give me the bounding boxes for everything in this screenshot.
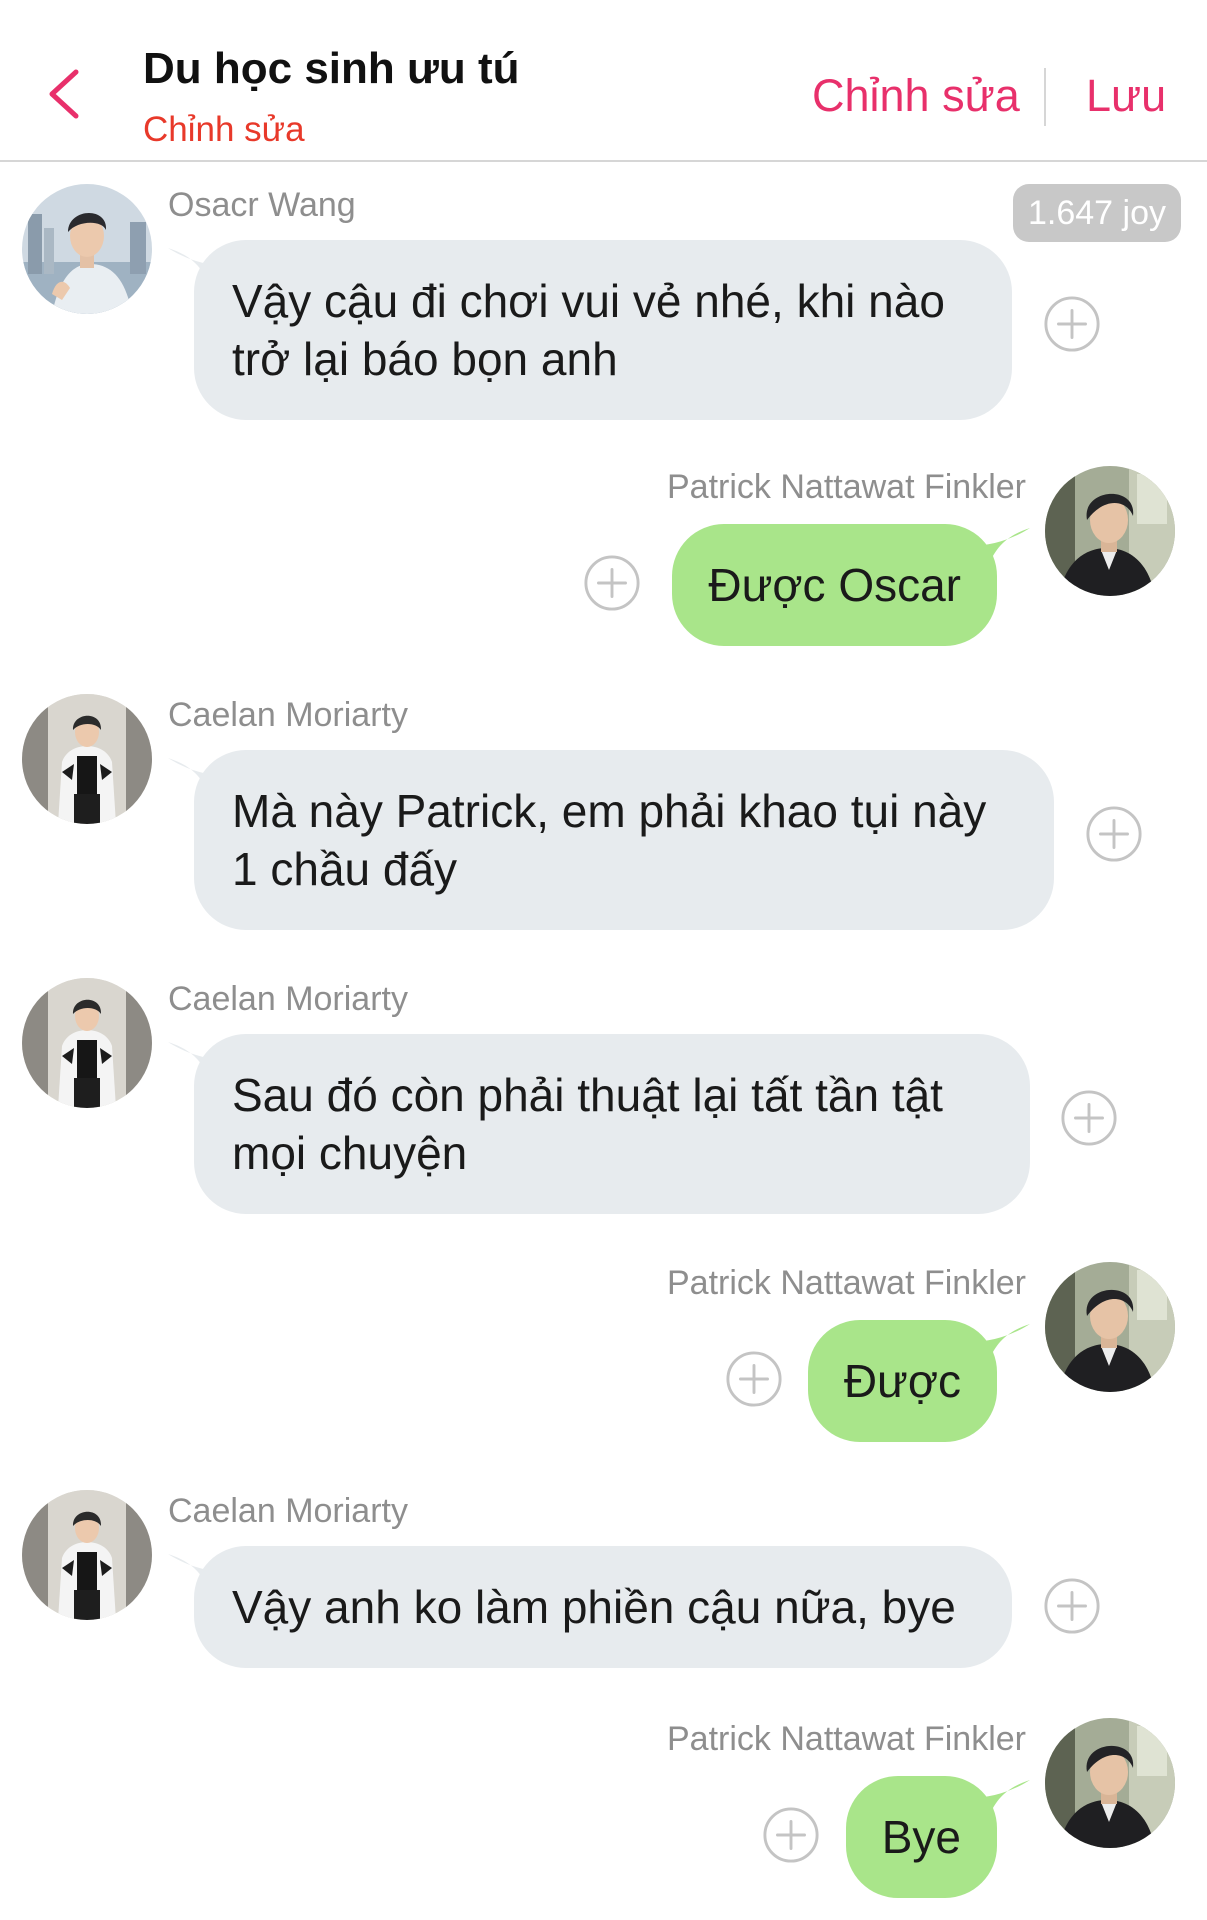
sender-name: Caelan Moriarty [168,696,408,734]
message-row: Caelan Moriarty Mà này Patrick, em phải … [0,694,1207,934]
header-divider [1044,68,1046,126]
avatar[interactable] [22,978,152,1108]
add-reaction-icon[interactable] [583,554,641,612]
add-reaction-icon[interactable] [1085,805,1143,863]
sender-name: Patrick Nattawat Finkler [667,468,1026,506]
chat-header: Du học sinh ưu tú Chỉnh sửa Chỉnh sửa Lư… [0,0,1207,162]
sender-name: Caelan Moriarty [168,1492,408,1530]
avatar[interactable] [22,184,152,314]
sender-name: Caelan Moriarty [168,980,408,1018]
avatar[interactable] [22,1490,152,1620]
message-bubble[interactable]: Được Oscar [672,524,997,646]
message-row: Caelan Moriarty Vậy anh ko làm phiền cậu… [0,1490,1207,1690]
save-button[interactable]: Lưu [1086,70,1166,122]
message-bubble[interactable]: Sau đó còn phải thuật lại tất tần tật mọ… [194,1034,1030,1214]
edit-button[interactable]: Chỉnh sửa [812,70,1020,122]
message-bubble[interactable]: Mà này Patrick, em phải khao tụi này 1 c… [194,750,1054,930]
sender-name: Patrick Nattawat Finkler [667,1720,1026,1758]
avatar[interactable] [1045,1262,1175,1392]
message-bubble[interactable]: Được [807,1320,997,1442]
message-row: Caelan Moriarty Sau đó còn phải thuật lạ… [0,978,1207,1218]
avatar[interactable] [22,694,152,824]
message-bubble[interactable]: Vậy cậu đi chơi vui vẻ nhé, khi nào trở … [194,240,1012,420]
back-chevron-icon[interactable] [42,66,86,122]
chat-subtitle: Chỉnh sửa [143,110,305,149]
message-bubble[interactable]: Bye [845,1776,997,1898]
avatar[interactable] [1045,466,1175,596]
add-reaction-icon[interactable] [725,1350,783,1408]
message-row: Patrick Nattawat Finkler Được [0,1262,1207,1452]
message-row: Patrick Nattawat Finkler Bye [0,1718,1207,1908]
sender-name: Patrick Nattawat Finkler [667,1264,1026,1302]
message-row: Patrick Nattawat Finkler Được Oscar [0,466,1207,656]
add-reaction-icon[interactable] [1043,1577,1101,1635]
message-row: Osacr Wang Vậy cậu đi chơi vui vẻ nhé, k… [0,184,1207,424]
avatar[interactable] [1045,1718,1175,1848]
chat-title: Du học sinh ưu tú [143,44,520,93]
add-reaction-icon[interactable] [1043,295,1101,353]
sender-name: Osacr Wang [168,186,356,224]
add-reaction-icon[interactable] [762,1806,820,1864]
message-bubble[interactable]: Vậy anh ko làm phiền cậu nữa, bye [194,1546,1012,1668]
add-reaction-icon[interactable] [1060,1089,1118,1147]
